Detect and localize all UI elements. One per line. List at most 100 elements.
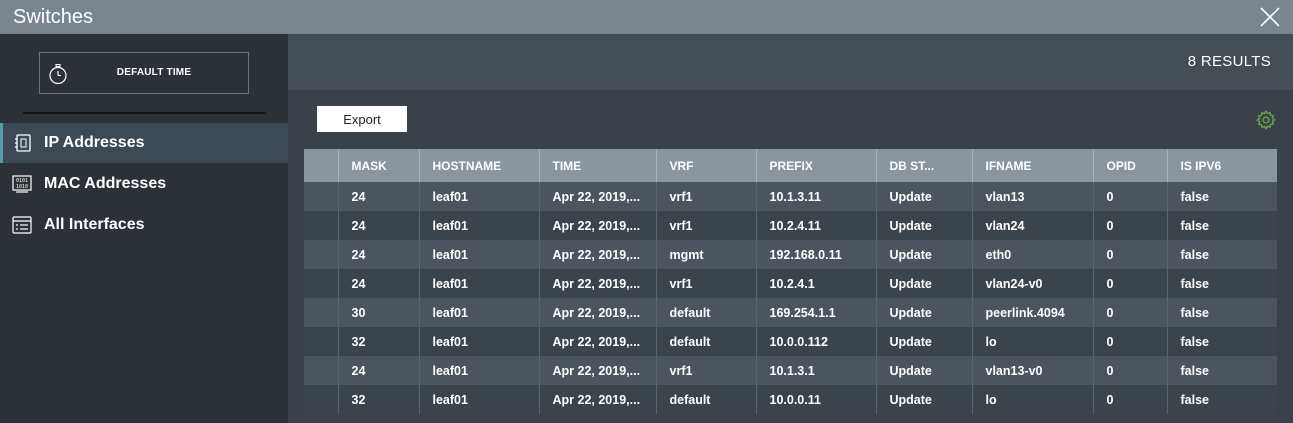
sidebar: DEFAULT TIME IP Addresses 0101 1010 MAC … <box>0 34 288 423</box>
row-select-cell[interactable] <box>304 356 339 385</box>
cell-prefix: 10.2.4.11 <box>756 211 877 240</box>
column-header-vrf[interactable]: VRF <box>656 149 757 182</box>
cell-vrf: vrf1 <box>656 269 757 298</box>
cell-opid: 0 <box>1093 182 1168 211</box>
cell-db-state: Update <box>876 385 973 414</box>
cell-prefix: 10.0.0.11 <box>756 385 877 414</box>
results-bar: 8 RESULTS <box>288 34 1293 90</box>
cell-mask: 24 <box>338 240 420 269</box>
cell-vrf: mgmt <box>656 240 757 269</box>
cell-mask: 30 <box>338 298 420 327</box>
results-count: 8 RESULTS <box>1187 53 1271 70</box>
cell-mask: 24 <box>338 211 420 240</box>
cell-mask: 32 <box>338 385 420 414</box>
cell-is-ipv6: false <box>1167 385 1277 414</box>
cell-mask: 24 <box>338 182 420 211</box>
column-header-mask[interactable]: MASK <box>338 149 420 182</box>
cell-is-ipv6: false <box>1167 298 1277 327</box>
cell-hostname: leaf01 <box>419 240 540 269</box>
column-header-hostname[interactable]: HOSTNAME <box>419 149 540 182</box>
sidebar-item-label: All Interfaces <box>44 216 145 233</box>
column-header-is-ipv6[interactable]: IS IPV6 <box>1167 149 1277 182</box>
cell-is-ipv6: false <box>1167 211 1277 240</box>
cell-ifname: lo <box>972 327 1094 356</box>
cell-vrf: default <box>656 385 757 414</box>
cell-is-ipv6: false <box>1167 182 1277 211</box>
column-header-opid[interactable]: OPID <box>1093 149 1168 182</box>
cell-time: Apr 22, 2019,... <box>539 327 657 356</box>
cell-time: Apr 22, 2019,... <box>539 356 657 385</box>
cell-db-state: Update <box>876 211 973 240</box>
table-row[interactable]: 24 leaf01 Apr 22, 2019,... vrf1 10.2.4.11 Upd… <box>304 211 1277 240</box>
cell-is-ipv6: false <box>1167 240 1277 269</box>
cell-prefix: 169.254.1.1 <box>756 298 877 327</box>
cell-ifname: lo <box>972 385 1094 414</box>
table-row[interactable]: 32 leaf01 Apr 22, 2019,... default 10.0.0.11… <box>304 327 1277 356</box>
row-select-cell[interactable] <box>304 240 339 269</box>
table-row[interactable]: 24 leaf01 Apr 22, 2019,... mgmt 192.168.0.11… <box>304 240 1277 269</box>
cell-hostname: leaf01 <box>419 356 540 385</box>
cell-prefix: 192.168.0.11 <box>756 240 877 269</box>
cell-db-state: Update <box>876 240 973 269</box>
cell-is-ipv6: false <box>1167 269 1277 298</box>
window-title: Switches <box>13 6 94 28</box>
cell-db-state: Update <box>876 327 973 356</box>
cell-opid: 0 <box>1093 356 1168 385</box>
row-select-cell[interactable] <box>304 298 339 327</box>
row-select-cell[interactable] <box>304 182 339 211</box>
column-header-time[interactable]: TIME <box>539 149 657 182</box>
table-row[interactable]: 24 leaf01 Apr 22, 2019,... vrf1 10.2.4.1 Upda… <box>304 269 1277 298</box>
cell-db-state: Update <box>876 269 973 298</box>
cell-vrf: vrf1 <box>656 356 757 385</box>
cell-hostname: leaf01 <box>419 298 540 327</box>
cell-ifname: vlan24 <box>972 211 1094 240</box>
cell-mask: 32 <box>338 327 420 356</box>
row-select-cell[interactable] <box>304 211 339 240</box>
device-icon <box>15 134 31 152</box>
cell-prefix: 10.1.3.11 <box>756 182 877 211</box>
cell-opid: 0 <box>1093 327 1168 356</box>
sidebar-item-ip-addresses[interactable]: IP Addresses <box>0 123 288 163</box>
close-icon[interactable] <box>1260 7 1280 27</box>
table-row[interactable]: 24 leaf01 Apr 22, 2019,... vrf1 10.1.3.1 Upda… <box>304 356 1277 385</box>
title-bar: Switches <box>0 0 1293 34</box>
column-header-ifname[interactable]: IFNAME <box>972 149 1094 182</box>
column-header-prefix[interactable]: PREFIX <box>756 149 877 182</box>
row-select-cell[interactable] <box>304 385 339 414</box>
default-time-button[interactable]: DEFAULT TIME <box>39 52 249 94</box>
cell-prefix: 10.2.4.1 <box>756 269 877 298</box>
table-row[interactable]: 32 leaf01 Apr 22, 2019,... default 10.0.0.11… <box>304 385 1277 414</box>
row-select-cell[interactable] <box>304 269 339 298</box>
cell-time: Apr 22, 2019,... <box>539 240 657 269</box>
list-icon <box>12 216 32 234</box>
cell-time: Apr 22, 2019,... <box>539 211 657 240</box>
sidebar-item-label: MAC Addresses <box>44 175 167 192</box>
column-header-db-state[interactable]: DB ST... <box>876 149 973 182</box>
svg-text:1010: 1010 <box>16 184 28 190</box>
column-header-select[interactable] <box>304 149 339 182</box>
cell-vrf: default <box>656 298 757 327</box>
cell-hostname: leaf01 <box>419 269 540 298</box>
cell-opid: 0 <box>1093 298 1168 327</box>
table-body: 24 leaf01 Apr 22, 2019,... vrf1 10.1.3.11 Upd… <box>304 182 1277 414</box>
sidebar-divider <box>23 112 266 114</box>
sidebar-item-mac-addresses[interactable]: 0101 1010 MAC Addresses <box>0 164 288 204</box>
sidebar-item-all-interfaces[interactable]: All Interfaces <box>0 205 288 245</box>
cell-vrf: vrf1 <box>656 182 757 211</box>
cell-ifname: vlan13 <box>972 182 1094 211</box>
export-button[interactable]: Export <box>317 106 407 132</box>
table-row[interactable]: 30 leaf01 Apr 22, 2019,... default 169.254.1… <box>304 298 1277 327</box>
binary-icon: 0101 1010 <box>12 175 32 193</box>
cell-hostname: leaf01 <box>419 385 540 414</box>
sidebar-item-label: IP Addresses <box>44 134 145 151</box>
row-select-cell[interactable] <box>304 327 339 356</box>
table-row[interactable]: 24 leaf01 Apr 22, 2019,... vrf1 10.1.3.11 Upd… <box>304 182 1277 211</box>
table-header-row: MASK HOSTNAME TIME VRF PREFIX DB ST... I… <box>304 149 1277 182</box>
gear-icon[interactable] <box>1255 109 1277 131</box>
cell-prefix: 10.0.0.112 <box>756 327 877 356</box>
cell-hostname: leaf01 <box>419 327 540 356</box>
cell-db-state: Update <box>876 182 973 211</box>
cell-ifname: vlan24-v0 <box>972 269 1094 298</box>
cell-opid: 0 <box>1093 211 1168 240</box>
cell-prefix: 10.1.3.1 <box>756 356 877 385</box>
